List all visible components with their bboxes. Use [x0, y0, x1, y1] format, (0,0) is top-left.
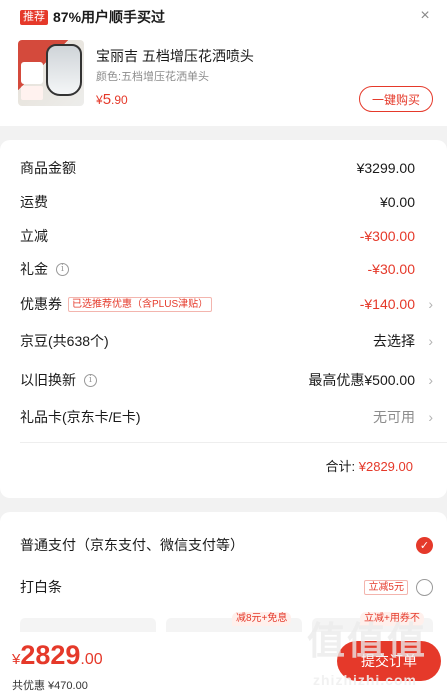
info-icon[interactable]: i	[84, 373, 97, 387]
shower-head-illustration	[46, 44, 82, 96]
summary-row-instant-discount: 立减 -¥300.00	[20, 224, 433, 248]
row-value: 去选择	[373, 333, 415, 349]
order-total: 合计: ¥2829.00	[326, 456, 413, 475]
total-saved: 共优惠 ¥470.00	[12, 680, 88, 692]
recommend-card: 推荐 87%用户顺手买过 × 宝丽吉 五档增压花洒喷头 颜色:五档增压花洒单头 …	[0, 0, 447, 126]
product-image-badge	[21, 86, 43, 100]
order-summary-card: 商品金额 ¥3299.00 运费 ¥0.00 立减 -¥300.00 礼金 i …	[0, 140, 447, 498]
close-icon[interactable]: ×	[417, 8, 433, 24]
row-label: 运费	[20, 194, 48, 210]
row-value: -¥30.00	[367, 261, 415, 277]
price-decimal: .90	[111, 93, 128, 107]
chevron-right-icon: ›	[428, 333, 433, 349]
payment-option-label: 打白条	[20, 579, 62, 595]
baitiao-discount-tag: 立减5元	[364, 579, 408, 595]
coupon-tag: 已选推荐优惠（含PLUS津贴）	[68, 296, 213, 312]
product-price: ¥5.90	[96, 91, 128, 108]
chevron-right-icon: ›	[428, 372, 433, 388]
row-label: 以旧换新	[20, 372, 76, 388]
checked-icon[interactable]: ✓	[416, 536, 433, 554]
summary-row-jingdou[interactable]: 京豆(共638个) 去选择 ›	[20, 329, 433, 353]
chevron-right-icon: ›	[428, 409, 433, 425]
price-symbol: ¥	[96, 93, 103, 107]
summary-row-shipping: 运费 ¥0.00	[20, 190, 433, 214]
row-label: 礼品卡(京东卡/E卡)	[20, 409, 141, 425]
summary-row-trade-in[interactable]: 以旧换新 i 最高优惠¥500.00 ›	[20, 368, 433, 392]
plan-promo-tag: 减8元+免息	[232, 612, 292, 626]
summary-row-gift-card[interactable]: 礼品卡(京东卡/E卡) 无可用 ›	[20, 405, 433, 429]
price-integer: 2829	[20, 640, 81, 670]
recommend-tag: 推荐	[20, 9, 48, 25]
product-color: 颜色:五档增压花洒单头	[96, 71, 210, 83]
total-label: 合计:	[325, 459, 356, 474]
payment-option-normal[interactable]: 普通支付（京东支付、微信支付等） ✓	[20, 533, 433, 557]
payment-option-label: 普通支付（京东支付、微信支付等）	[20, 537, 244, 553]
price-decimal: .00	[80, 651, 103, 668]
divider	[20, 442, 447, 443]
row-label: 立减	[20, 228, 48, 244]
submit-order-button[interactable]: 提交订单	[337, 641, 441, 681]
one-click-buy-button[interactable]: 一键购买	[359, 86, 433, 112]
recommend-title: 87%用户顺手买过	[53, 9, 166, 25]
summary-row-coupon[interactable]: 优惠券 已选推荐优惠（含PLUS津贴） -¥140.00 ›	[20, 292, 433, 316]
recommend-header: 推荐 87%用户顺手买过	[20, 8, 165, 26]
payable-price: ¥2829.00	[12, 640, 103, 671]
row-label: 京豆(共638个)	[20, 333, 109, 349]
row-value: 无可用	[373, 409, 415, 425]
unchecked-radio-icon[interactable]	[416, 578, 433, 596]
product-name[interactable]: 宝丽吉 五档增压花洒喷头	[96, 46, 254, 66]
row-value: -¥140.00	[359, 296, 415, 312]
summary-row-gift-money[interactable]: 礼金 i -¥30.00	[20, 257, 433, 281]
checkout-bar: ¥2829.00 共优惠 ¥470.00 提交订单	[0, 632, 447, 696]
plan-promo-tag: 立减+用券不	[360, 612, 424, 626]
price-integer: 5	[102, 91, 112, 108]
row-label: 优惠券	[20, 296, 62, 312]
chevron-right-icon: ›	[428, 296, 433, 312]
row-value: ¥3299.00	[356, 160, 415, 176]
row-value: -¥300.00	[359, 228, 415, 244]
product-image[interactable]	[18, 40, 84, 106]
summary-row-goods-amount: 商品金额 ¥3299.00	[20, 156, 433, 180]
total-value: ¥2829.00	[358, 459, 413, 474]
product-image-badge	[21, 62, 43, 84]
row-label: 商品金额	[20, 160, 76, 176]
info-icon[interactable]: i	[56, 262, 69, 276]
row-value: ¥0.00	[379, 194, 415, 210]
row-label: 礼金	[20, 261, 48, 277]
payment-option-baitiao[interactable]: 打白条 立减5元	[20, 575, 433, 599]
row-value: 最高优惠¥500.00	[308, 372, 415, 388]
